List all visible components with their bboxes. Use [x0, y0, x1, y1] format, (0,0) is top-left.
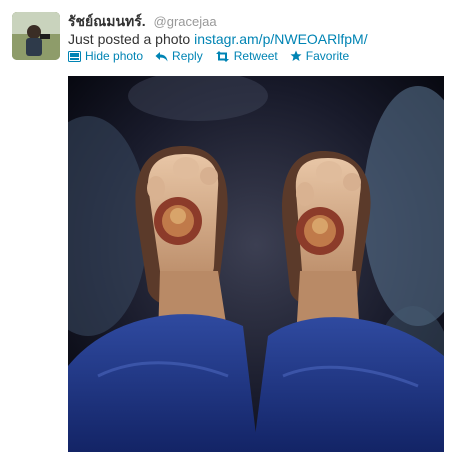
- retweet-button[interactable]: Retweet: [215, 49, 278, 63]
- retweet-icon: [215, 50, 229, 62]
- reply-button[interactable]: Reply: [155, 49, 203, 63]
- reply-arrow-icon: [155, 51, 168, 61]
- photo-link[interactable]: instagr.am/p/NWEOARlfpM/: [194, 31, 368, 47]
- tweet-text-prefix: Just posted a photo: [68, 31, 191, 47]
- photo-icon: [68, 50, 81, 62]
- retweet-label: Retweet: [233, 49, 278, 63]
- user-name[interactable]: รัชย์ณมนทร์.: [68, 13, 146, 29]
- sandals-photo: [68, 76, 444, 452]
- tweet-actions: Hide photo Reply Retweet Favorite: [68, 49, 361, 63]
- avatar-image: [12, 12, 60, 60]
- tweet-photo[interactable]: [68, 76, 444, 452]
- favorite-label: Favorite: [305, 49, 350, 63]
- tweet-text: Just posted a photo instagr.am/p/NWEOARl…: [68, 31, 368, 47]
- user-handle[interactable]: @gracejaa: [154, 14, 217, 29]
- tweet-header: รัชย์ณมนทร์. @gracejaa: [68, 11, 217, 33]
- tweet: รัชย์ณมนทร์. @gracejaa Just posted a pho…: [0, 0, 473, 459]
- reply-label: Reply: [172, 49, 203, 63]
- favorite-button[interactable]: Favorite: [290, 49, 349, 63]
- hide-photo-label: Hide photo: [85, 49, 144, 63]
- hide-photo-button[interactable]: Hide photo: [68, 49, 143, 63]
- star-icon: [290, 50, 302, 61]
- avatar[interactable]: [12, 12, 60, 60]
